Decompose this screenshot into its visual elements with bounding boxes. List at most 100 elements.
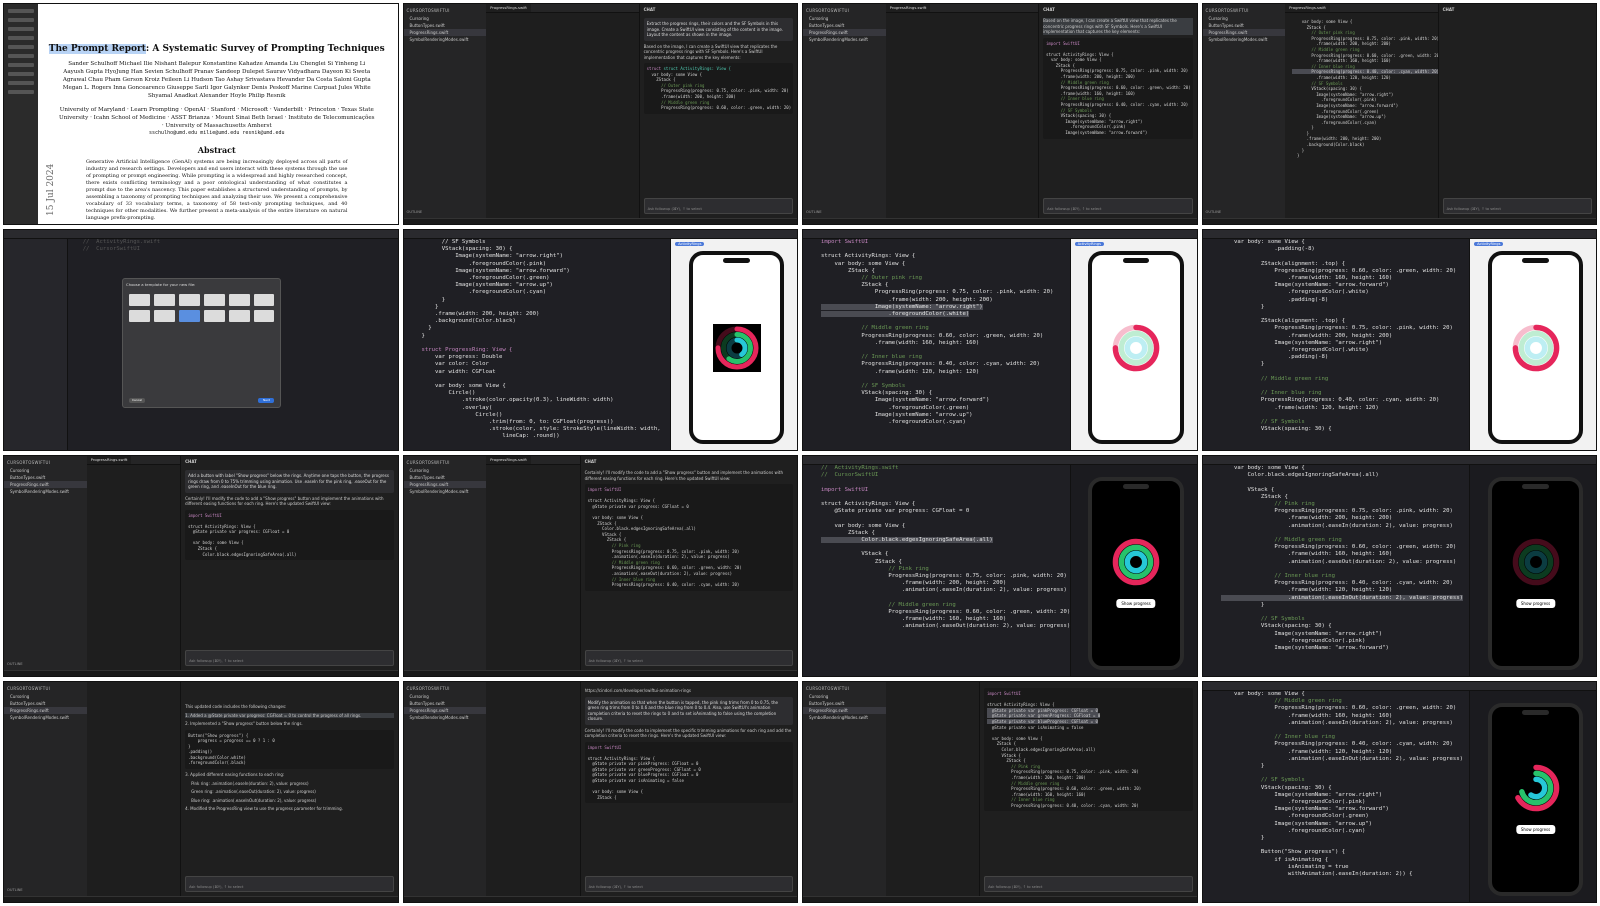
file-item[interactable]: SymbolRenderingModes.swift	[404, 488, 487, 495]
file-item[interactable]: SymbolRenderingModes.swift	[404, 714, 487, 721]
iphone-preview	[1088, 251, 1184, 444]
tab-file[interactable]: ProgressRings.swift	[486, 4, 531, 12]
outline-label[interactable]: OUTLINE	[1206, 210, 1222, 214]
dialog-title: Choose a template for your new file:	[126, 282, 196, 288]
editor-pane[interactable]	[486, 682, 581, 902]
editor-code[interactable]: // SF Symbols VStack(spacing: 30) { Imag…	[422, 239, 672, 450]
editor-pane[interactable]: ProgressRings.swift	[486, 4, 640, 224]
template-icon[interactable]	[203, 294, 225, 307]
file-item[interactable]: ButtonTypes.swift	[404, 700, 487, 707]
file-item[interactable]: Cursoring	[4, 467, 87, 474]
file-item[interactable]: Cursoring	[4, 693, 87, 700]
editor-pane[interactable]	[86, 682, 182, 902]
file-item[interactable]: SymbolRenderingModes.swift	[1203, 36, 1286, 43]
template-icon[interactable]	[228, 294, 250, 307]
editor-code[interactable]: var body: some View { Color.black.edgesI…	[1220, 465, 1471, 676]
file-item[interactable]: Cursoring	[404, 693, 487, 700]
editor-pane[interactable]: ProgressRings.swift	[86, 456, 182, 676]
cancel-button[interactable]: Cancel	[129, 397, 146, 403]
editor-pane[interactable]	[885, 682, 981, 902]
chat-input[interactable]: Ask followup (⌘Y), ↑ to select	[584, 876, 793, 892]
file-item[interactable]: SymbolRenderingModes.swift	[4, 488, 87, 495]
file-item[interactable]: ButtonTypes.swift	[4, 474, 87, 481]
chat-input[interactable]: Ask followup (⌘Y), ↑ to select	[584, 650, 793, 666]
file-item[interactable]: ButtonTypes.swift	[1203, 22, 1286, 29]
reference-link[interactable]: https://cindori.com/developer/swiftui-an…	[585, 688, 793, 694]
chat-input[interactable]: Ask followup (⌘Y), ↑ to select	[984, 876, 1193, 892]
template-icon[interactable]	[253, 310, 275, 323]
file-item[interactable]: Cursoring	[803, 15, 886, 22]
editor-code[interactable]: import SwiftUI struct ActivityRings: Vie…	[821, 239, 1071, 450]
file-item[interactable]: ButtonTypes.swift	[404, 22, 487, 29]
tab-file[interactable]: ProgressRings.swift	[486, 456, 531, 464]
outline-label[interactable]: OUTLINE	[407, 210, 423, 214]
tab-file[interactable]: ProgressRings.swift	[1285, 4, 1330, 12]
change-subitem: Pink ring: .animation(.easeIn(duration: …	[191, 780, 309, 786]
chat-panel: CHAT Add a button with label "Show progr…	[180, 456, 398, 676]
status-bar	[4, 670, 398, 676]
file-item[interactable]: SymbolRenderingModes.swift	[803, 714, 886, 721]
template-icon[interactable]	[153, 310, 175, 323]
file-item[interactable]: ProgressRings.swift	[4, 707, 87, 714]
file-item[interactable]: ButtonTypes.swift	[404, 474, 487, 481]
tab-file[interactable]: ProgressRings.swift	[885, 4, 931, 12]
show-progress-button[interactable]: Show progress	[1116, 599, 1156, 609]
file-item[interactable]: ProgressRings.swift	[403, 481, 487, 488]
file-item[interactable]: ProgressRings.swift	[403, 707, 487, 714]
editor-code[interactable]: // ActivityRings.swift // CursorSwiftUI …	[821, 465, 1071, 676]
chat-input[interactable]: Ask followup (⌘Y), ↑ to select	[185, 650, 394, 666]
template-icon[interactable]	[129, 310, 150, 323]
template-icon[interactable]	[203, 310, 225, 323]
file-item[interactable]: ProgressRings.swift	[403, 29, 487, 36]
editor-code[interactable]: var body: some View { .padding(-8) ZStac…	[1221, 239, 1471, 450]
template-icon[interactable]	[228, 310, 250, 323]
show-progress-button[interactable]: Show progress	[1515, 599, 1556, 609]
file-item[interactable]: ProgressRings.swift	[4, 481, 87, 488]
file-item[interactable]: ButtonTypes.swift	[803, 700, 886, 707]
show-progress-button[interactable]: Show progress	[1515, 825, 1556, 835]
file-explorer: CURSORTOSWIFTUI Cursoring ButtonTypes.sw…	[4, 456, 88, 676]
file-item[interactable]: ButtonTypes.swift	[4, 700, 87, 707]
next-button[interactable]: Next	[258, 397, 275, 403]
template-icon[interactable]	[129, 294, 150, 307]
file-item[interactable]: Cursoring	[803, 693, 886, 700]
tab-file[interactable]: ProgressRings.swift	[86, 456, 132, 464]
code-block: import SwiftUI struct ActivityRings: Vie…	[1043, 37, 1193, 139]
tile-cursor-editor: CURSORTOSWIFTUI Cursoring ButtonTypes.sw…	[1201, 3, 1597, 225]
chat-input[interactable]: Ask followup (⌘Y), ↑ to select	[185, 876, 394, 892]
xcode-toolbar	[403, 230, 797, 239]
outline-label[interactable]: OUTLINE	[7, 888, 23, 892]
xcode-window: // SF Symbols VStack(spacing: 30) { Imag…	[403, 230, 797, 450]
chat-input[interactable]: Ask followup (⌘Y), ↑ to select	[1043, 198, 1193, 214]
editor-pane[interactable]: ProgressRings.swift	[486, 456, 581, 676]
code-block: import SwiftUI struct ActivityRings: Vie…	[185, 509, 394, 561]
template-icon[interactable]	[253, 294, 275, 307]
file-item[interactable]: SymbolRenderingModes.swift	[404, 36, 487, 43]
outline-label[interactable]: OUTLINE	[7, 662, 23, 666]
file-item[interactable]: ProgressRings.swift	[803, 707, 886, 714]
editor-code[interactable]: var body: some View { ZStack { // Outer …	[1289, 16, 1441, 162]
chat-input[interactable]: Ask followup (⌘Y), ↑ to select	[1442, 198, 1592, 214]
template-icon[interactable]	[178, 294, 200, 307]
file-item[interactable]: Cursoring	[404, 15, 487, 22]
file-item[interactable]: ProgressRings.swift	[1202, 29, 1286, 36]
xcode-window: var body: some View { .padding(-8) ZStac…	[1202, 230, 1596, 450]
file-item[interactable]: SymbolRenderingModes.swift	[803, 36, 886, 43]
outline-label[interactable]: OUTLINE	[806, 210, 822, 214]
template-icon[interactable]	[153, 294, 175, 307]
file-item[interactable]: ProgressRings.swift	[803, 29, 886, 36]
file-item[interactable]: Cursoring	[1203, 15, 1286, 22]
pdf-thumbnail-sidebar[interactable]	[4, 4, 38, 224]
file-item[interactable]: Cursoring	[404, 467, 487, 474]
swiftui-template-icon[interactable]	[178, 310, 200, 323]
tab-bar: ProgressRings.swift	[86, 456, 182, 465]
editor-pane[interactable]: ProgressRings.swift	[885, 4, 1040, 224]
assistant-message: Certainly! I'll modify the code to add a…	[185, 495, 384, 507]
iphone-preview: Show progress	[1487, 703, 1584, 896]
template-grid	[123, 290, 280, 326]
chat-input[interactable]: Ask followup (⌘Y), ↑ to select	[643, 198, 793, 214]
file-item[interactable]: SymbolRenderingModes.swift	[4, 714, 87, 721]
editor-pane[interactable]: ProgressRings.swift var body: some View …	[1285, 4, 1441, 224]
file-item[interactable]: ButtonTypes.swift	[803, 22, 886, 29]
editor-code[interactable]: var body: some View { // Middle green ri…	[1221, 691, 1471, 902]
